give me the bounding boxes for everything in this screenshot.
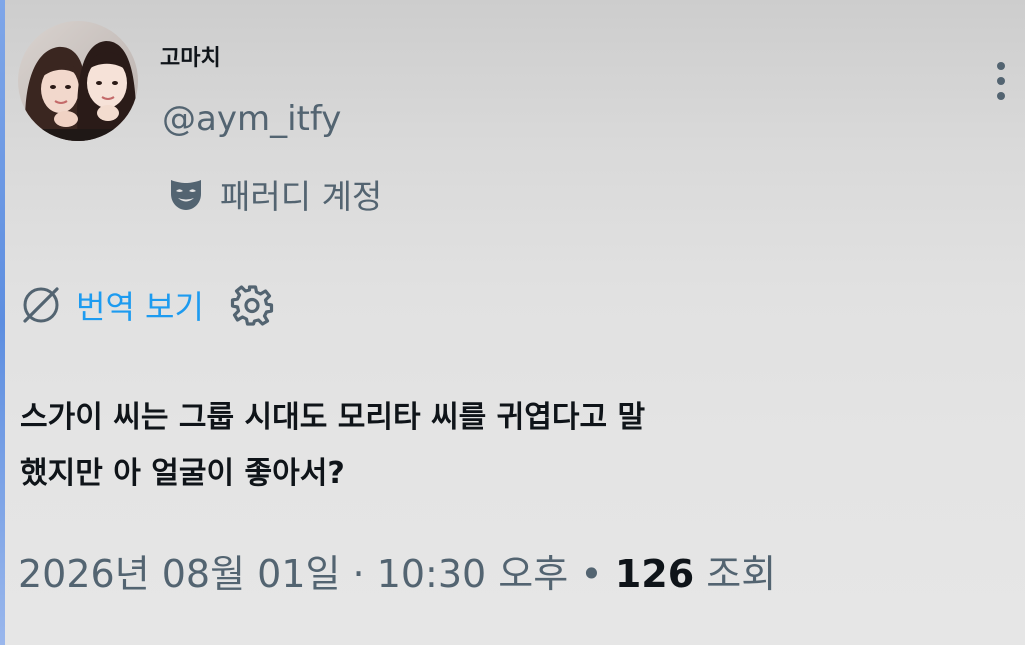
user-handle[interactable]: @aym_itfy	[162, 99, 341, 139]
theater-mask-icon	[171, 180, 201, 210]
left-edge-accent	[0, 0, 5, 645]
translate-globe-icon	[23, 287, 59, 323]
post-text-line-1: 스가이 씨는 그룹 시대도 모리타 씨를 귀엽다고 말	[20, 400, 646, 435]
gear-icon[interactable]	[230, 283, 274, 327]
display-name[interactable]: 고마치	[160, 40, 221, 72]
views-label: 조회	[706, 552, 777, 596]
post-text-line-2: 했지만 아 얼굴이 좋아서?	[20, 456, 345, 491]
post-text: 스가이 씨는 그룹 시대도 모리타 씨를 귀엽다고 말 했지만 아 얼굴이 좋아…	[20, 390, 840, 502]
views-count: 126	[614, 552, 695, 596]
more-vertical-icon[interactable]	[991, 60, 1011, 102]
avatar[interactable]	[18, 21, 138, 141]
translate-row: 번역 보기	[18, 282, 274, 328]
parody-account-badge[interactable]: 패러디 계정	[166, 170, 382, 218]
post-datetime[interactable]: 2026년 08월 01일 · 10:30 오후	[18, 552, 568, 596]
avatar-photo	[18, 21, 138, 141]
parody-account-label: 패러디 계정	[220, 177, 383, 216]
post-meta: 2026년 08월 01일 · 10:30 오후 • 126 조회	[18, 543, 776, 598]
translate-link[interactable]: 번역 보기	[76, 282, 204, 328]
meta-separator: •	[580, 552, 603, 596]
